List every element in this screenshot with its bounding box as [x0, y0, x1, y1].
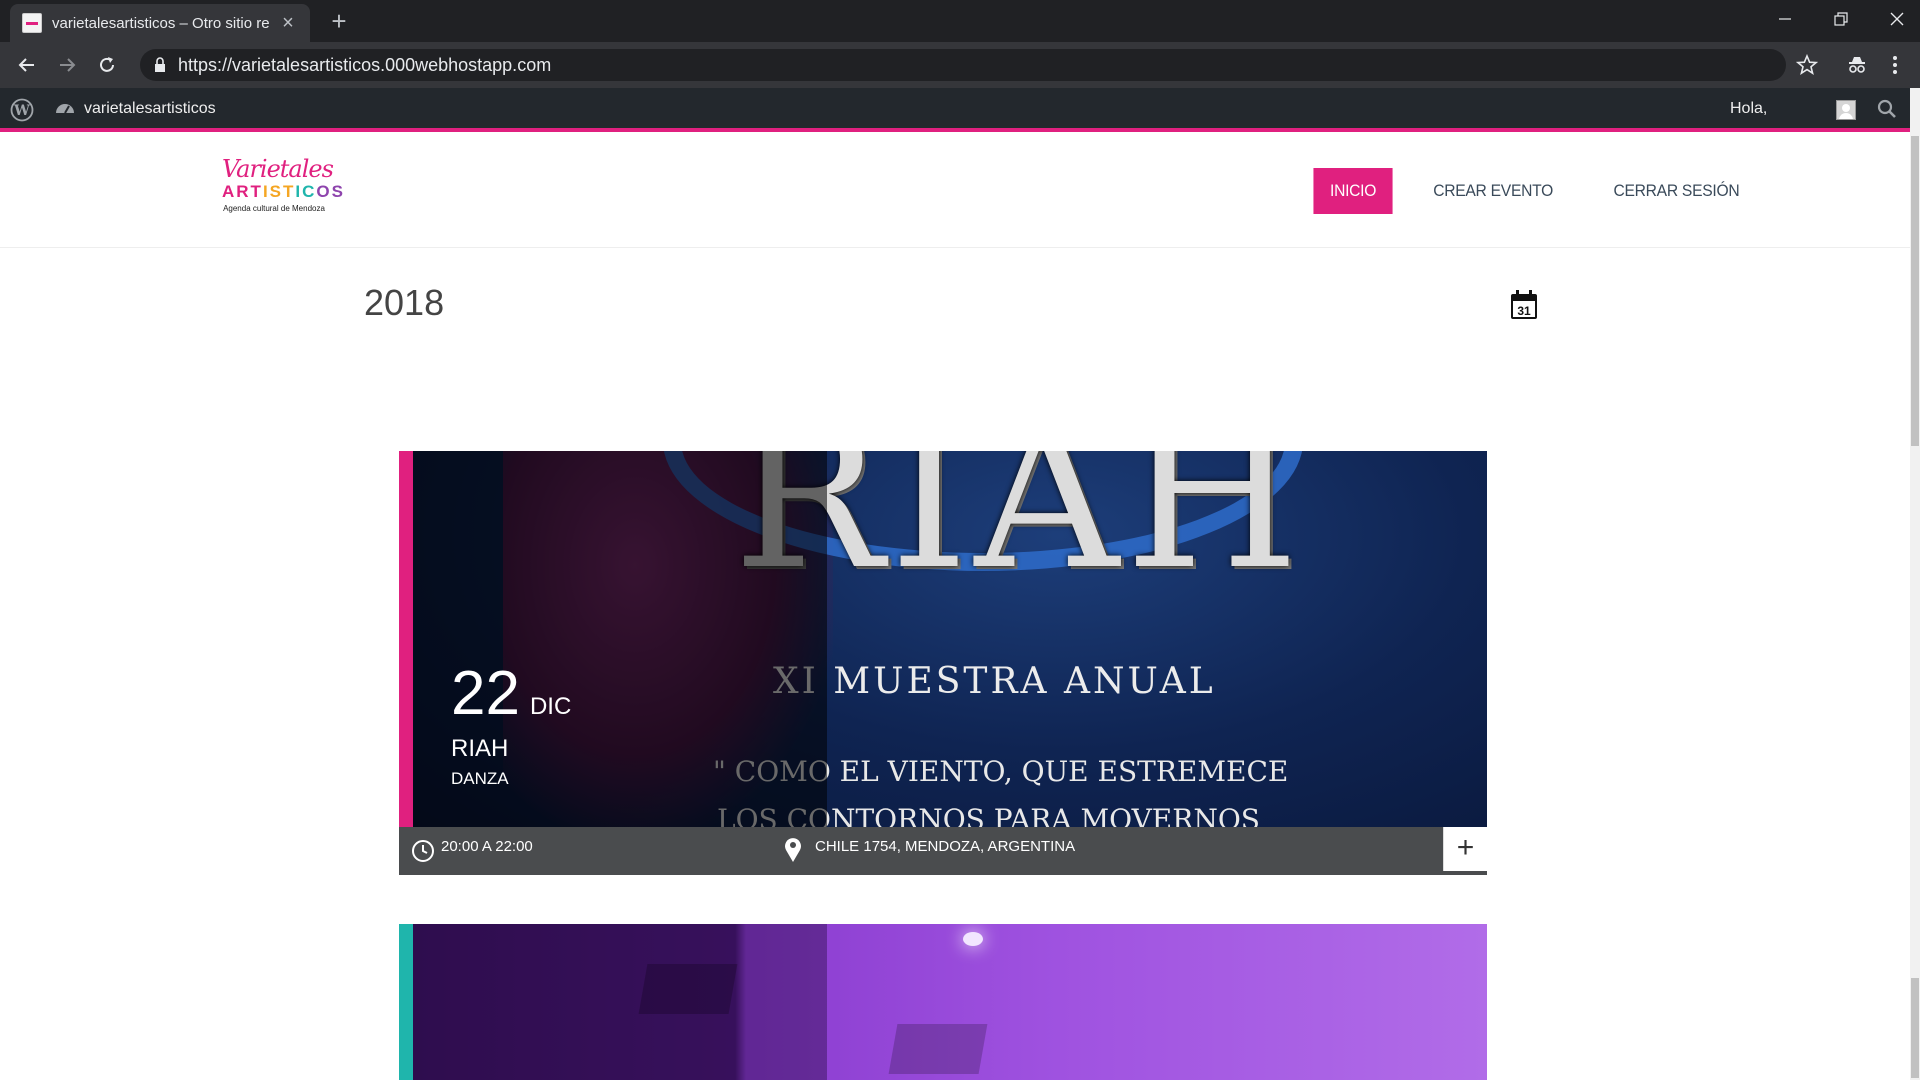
browser-menu-icon[interactable] [1892, 54, 1898, 81]
event-category: DANZA [451, 769, 509, 788]
user-avatar[interactable] [1836, 100, 1856, 120]
event-stripe [399, 924, 413, 1080]
bookmark-star-icon[interactable] [1795, 53, 1819, 81]
event-info: 22 DIC RIAH DANZA [451, 661, 571, 789]
admin-greeting[interactable]: Hola, [1730, 88, 1767, 130]
browser-toolbar: https://varietalesartisticos.000webhosta… [0, 42, 1920, 88]
event-day: 22 [451, 659, 520, 728]
tab-close-icon[interactable]: × [278, 12, 298, 35]
dashboard-icon[interactable] [54, 98, 76, 125]
logo-line2: ARTISTICOS [222, 182, 345, 201]
back-icon[interactable] [12, 50, 42, 80]
site-header: Varietales ARTISTICOS Agenda cultural de… [0, 136, 1910, 248]
svg-text:W: W [13, 103, 30, 119]
location-pin-icon [783, 835, 803, 868]
event-time: 20:00 A 22:00 [441, 838, 533, 855]
new-tab-icon[interactable]: + [324, 6, 354, 36]
scrollbar-thumb[interactable] [1911, 136, 1919, 446]
browser-tab[interactable]: varietalesartisticos – Otro sitio re × [10, 4, 310, 42]
clock-icon [411, 839, 435, 868]
close-window-icon[interactable] [1874, 0, 1920, 38]
event-card[interactable] [399, 924, 1487, 1080]
event-month: DIC [529, 693, 572, 720]
restore-icon[interactable] [1818, 0, 1864, 38]
minimize-icon[interactable] [1762, 0, 1808, 38]
calendar-day: 31 [1517, 304, 1531, 318]
wp-admin-bar: W varietalesartisticos Hola, [0, 88, 1910, 132]
event-overlay [413, 924, 827, 1080]
incognito-extension-icon[interactable] [1846, 54, 1868, 81]
address-bar[interactable]: https://varietalesartisticos.000webhosta… [140, 49, 1786, 81]
page-scrollbar[interactable] [1910, 88, 1920, 1080]
reload-icon[interactable] [92, 50, 122, 80]
expand-event-button[interactable]: + [1443, 827, 1487, 871]
event-stripe [399, 451, 413, 875]
admin-search-icon[interactable] [1876, 98, 1898, 125]
logo-line1: Varietales [222, 155, 334, 183]
nav-crear-evento[interactable]: CREAR EVENTO [1417, 168, 1570, 214]
event-title[interactable]: RIAH [451, 735, 571, 763]
logo-tagline: Agenda cultural de Mendoza [223, 204, 325, 213]
scrollbar-thumb-lower[interactable] [1911, 978, 1919, 1078]
calendar-icon[interactable]: 31 [1510, 290, 1538, 320]
main-nav: INICIO CREAR EVENTO CERRAR SESIÓN [1310, 168, 1763, 214]
site-logo[interactable]: Varietales ARTISTICOS Agenda cultural de… [222, 155, 345, 228]
nav-cerrar-sesion[interactable]: CERRAR SESIÓN [1597, 168, 1756, 214]
year-heading: 2018 [364, 282, 445, 323]
site-favicon-icon [22, 13, 42, 33]
lock-icon [154, 57, 166, 78]
event-address: CHILE 1754, MENDOZA, ARGENTINA [815, 838, 1076, 855]
url-text: https://varietalesartisticos.000webhosta… [178, 55, 552, 75]
tab-title: varietalesartisticos – Otro sitio re [52, 14, 270, 32]
forward-icon[interactable] [52, 50, 82, 80]
event-details-bar: 20:00 A 22:00 CHILE 1754, MENDOZA, ARGEN… [399, 827, 1487, 875]
event-card[interactable]: RIAH XI MUESTRA ANUAL " COMO EL VIENTO, … [399, 451, 1487, 875]
wordpress-logo-icon[interactable]: W [10, 98, 34, 127]
nav-inicio[interactable]: INICIO [1313, 168, 1393, 214]
admin-site-name[interactable]: varietalesartisticos [84, 88, 216, 130]
browser-tab-bar: varietalesartisticos – Otro sitio re × + [0, 0, 1920, 42]
poster-line1: XI MUESTRA ANUAL [773, 661, 1216, 702]
